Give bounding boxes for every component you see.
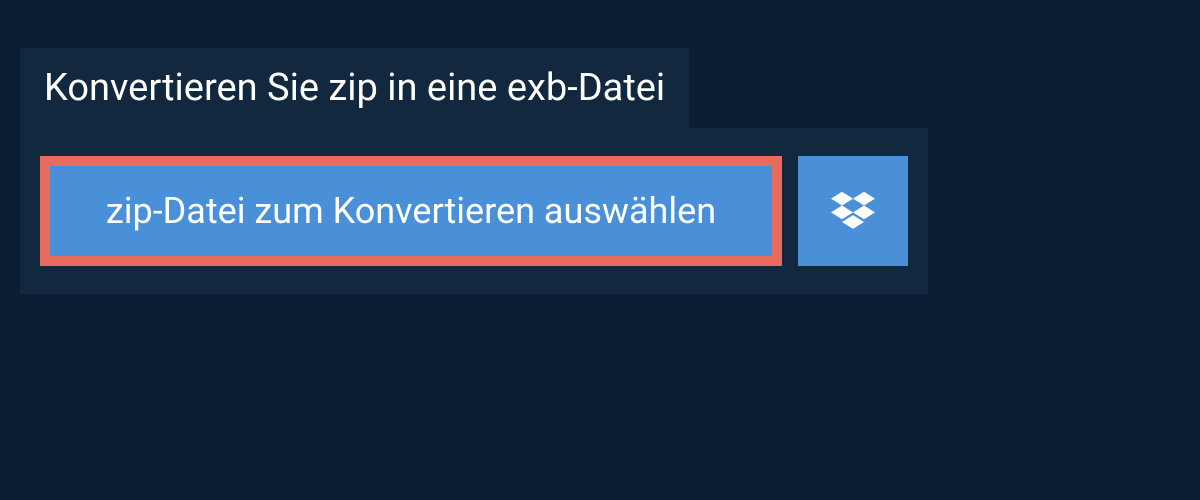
converter-panel: Konvertieren Sie zip in eine exb-Datei z…	[0, 0, 1200, 314]
upload-section: zip-Datei zum Konvertieren auswählen	[20, 128, 928, 294]
header-bar: Konvertieren Sie zip in eine exb-Datei	[20, 48, 689, 128]
select-file-label: zip-Datei zum Konvertieren auswählen	[106, 190, 716, 232]
dropbox-icon	[831, 189, 875, 233]
dropbox-button[interactable]	[798, 156, 908, 266]
select-file-button[interactable]: zip-Datei zum Konvertieren auswählen	[40, 156, 782, 266]
page-title: Konvertieren Sie zip in eine exb-Datei	[44, 66, 665, 110]
